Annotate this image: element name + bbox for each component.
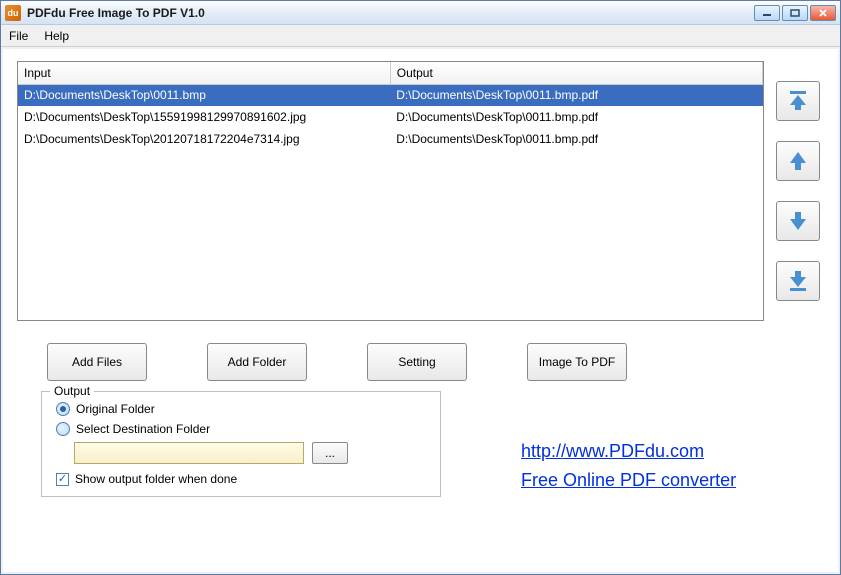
action-row: Add Files Add Folder Setting Image To PD… — [17, 321, 824, 391]
top-area: Input Output D:\Documents\DeskTop\0011.b… — [17, 61, 824, 321]
radio-dest-label: Select Destination Folder — [76, 422, 210, 436]
window-controls — [754, 5, 836, 21]
add-files-button[interactable]: Add Files — [47, 343, 147, 381]
maximize-button[interactable] — [782, 5, 808, 21]
file-table[interactable]: Input Output D:\Documents\DeskTop\0011.b… — [17, 61, 764, 321]
close-button[interactable] — [810, 5, 836, 21]
radio-dest-row[interactable]: Select Destination Folder — [56, 422, 426, 436]
output-group: Output Original Folder Select Destinatio… — [41, 391, 441, 497]
cell-output: D:\Documents\DeskTop\0011.bmp.pdf — [390, 128, 762, 150]
col-output[interactable]: Output — [390, 62, 762, 84]
arrow-top-icon — [787, 89, 809, 113]
destination-path-input[interactable] — [74, 442, 304, 464]
titlebar: du PDFdu Free Image To PDF V1.0 — [1, 1, 840, 25]
cell-input: D:\Documents\DeskTop\20120718172204e7314… — [18, 128, 390, 150]
window-title: PDFdu Free Image To PDF V1.0 — [27, 6, 754, 20]
move-up-button[interactable] — [776, 141, 820, 181]
arrow-up-icon — [787, 149, 809, 173]
site-link[interactable]: http://www.PDFdu.com — [521, 441, 800, 462]
menu-help[interactable]: Help — [44, 29, 69, 43]
cell-input: D:\Documents\DeskTop\1559199812997089160… — [18, 106, 390, 128]
radio-original-folder[interactable] — [56, 402, 70, 416]
browse-button[interactable]: ... — [312, 442, 348, 464]
add-folder-button[interactable]: Add Folder — [207, 343, 307, 381]
setting-button[interactable]: Setting — [367, 343, 467, 381]
move-down-button[interactable] — [776, 201, 820, 241]
radio-original-label: Original Folder — [76, 402, 155, 416]
radio-original-row[interactable]: Original Folder — [56, 402, 426, 416]
app-icon: du — [5, 5, 21, 21]
table-row[interactable]: D:\Documents\DeskTop\0011.bmpD:\Document… — [18, 84, 763, 106]
app-window: du PDFdu Free Image To PDF V1.0 File Hel… — [0, 0, 841, 575]
arrow-bottom-icon — [787, 269, 809, 293]
move-bottom-button[interactable] — [776, 261, 820, 301]
move-top-button[interactable] — [776, 81, 820, 121]
col-input[interactable]: Input — [18, 62, 390, 84]
cell-input: D:\Documents\DeskTop\0011.bmp — [18, 84, 390, 106]
radio-select-destination[interactable] — [56, 422, 70, 436]
bottom-area: Output Original Folder Select Destinatio… — [17, 391, 824, 497]
client-area: Input Output D:\Documents\DeskTop\0011.b… — [3, 49, 838, 572]
image-to-pdf-button[interactable]: Image To PDF — [527, 343, 627, 381]
arrow-down-icon — [787, 209, 809, 233]
menu-file[interactable]: File — [9, 29, 28, 43]
show-folder-row[interactable]: ✓ Show output folder when done — [56, 472, 426, 486]
cell-output: D:\Documents\DeskTop\0011.bmp.pdf — [390, 106, 762, 128]
show-folder-label: Show output folder when done — [75, 472, 237, 486]
tagline-link[interactable]: Free Online PDF converter — [521, 470, 800, 491]
output-legend: Output — [50, 384, 94, 398]
table-row[interactable]: D:\Documents\DeskTop\20120718172204e7314… — [18, 128, 763, 150]
reorder-buttons — [776, 61, 824, 321]
table-row[interactable]: D:\Documents\DeskTop\1559199812997089160… — [18, 106, 763, 128]
cell-output: D:\Documents\DeskTop\0011.bmp.pdf — [390, 84, 762, 106]
minimize-button[interactable] — [754, 5, 780, 21]
path-row: ... — [74, 442, 426, 464]
links-area: http://www.PDFdu.com Free Online PDF con… — [461, 391, 800, 497]
show-folder-checkbox[interactable]: ✓ — [56, 473, 69, 486]
menubar: File Help — [1, 25, 840, 47]
